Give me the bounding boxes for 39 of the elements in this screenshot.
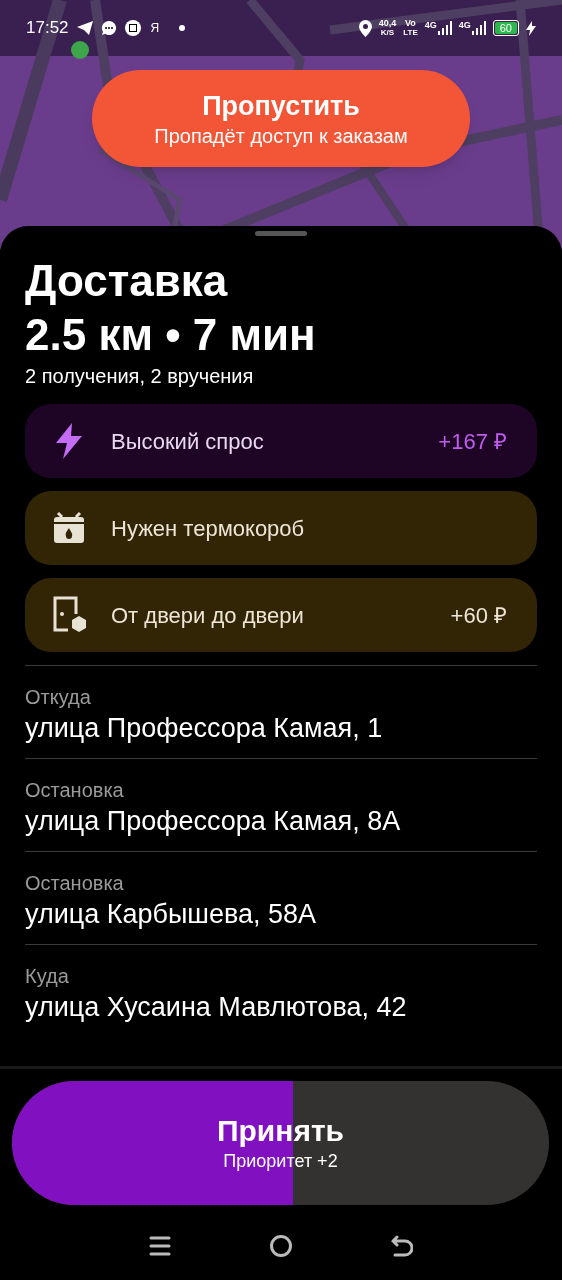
signal-icon — [471, 21, 486, 35]
chat-icon — [100, 20, 117, 36]
clock: 17:52 — [26, 17, 69, 40]
battery-level: 60 — [494, 22, 517, 34]
location-icon — [358, 19, 372, 37]
drag-handle[interactable] — [255, 231, 307, 236]
order-title: Доставка — [25, 256, 229, 306]
home-icon[interactable] — [269, 1234, 293, 1258]
feature-label: От двери до двери — [111, 601, 304, 630]
app-icon — [124, 20, 141, 36]
charging-icon — [526, 20, 536, 36]
network-speed: 40,4 — [378, 19, 397, 28]
network-type: 4G — [424, 21, 437, 30]
route-label: Остановка — [25, 778, 125, 803]
route-label: Куда — [25, 964, 70, 989]
volte-label: Vo — [405, 19, 416, 28]
send-icon — [76, 21, 93, 35]
lightning-icon — [54, 423, 84, 459]
route-address: улица Профессора Камая, 1 — [25, 712, 384, 745]
route-label: Откуда — [25, 685, 92, 710]
menu-icon[interactable] — [149, 1235, 171, 1257]
volte-label: LTE — [403, 28, 418, 37]
route-address: улица Профессора Камая, 8А — [25, 805, 402, 838]
app-glyph: Я — [150, 20, 160, 37]
thermobox-icon — [52, 511, 86, 545]
route-label: Остановка — [25, 871, 125, 896]
order-summary: 2.5 км • 7 мин — [25, 310, 317, 360]
route-address: улица Хусаина Мавлютова, 42 — [25, 991, 408, 1024]
feature-bonus: +167 ₽ — [438, 427, 507, 456]
network-type: 4G — [458, 21, 471, 30]
feature-label: Нужен термокороб — [111, 514, 305, 543]
order-details: 2 получения, 2 вручения — [25, 364, 255, 389]
signal-icon — [437, 21, 452, 35]
speed-unit: K/S — [380, 28, 395, 37]
route-address: улица Карбышева, 58А — [25, 898, 318, 931]
door-box-icon — [52, 596, 86, 634]
back-icon[interactable] — [391, 1235, 413, 1257]
feature-label: Высокий спрос — [111, 427, 264, 456]
feature-bonus: +60 ₽ — [450, 601, 507, 630]
